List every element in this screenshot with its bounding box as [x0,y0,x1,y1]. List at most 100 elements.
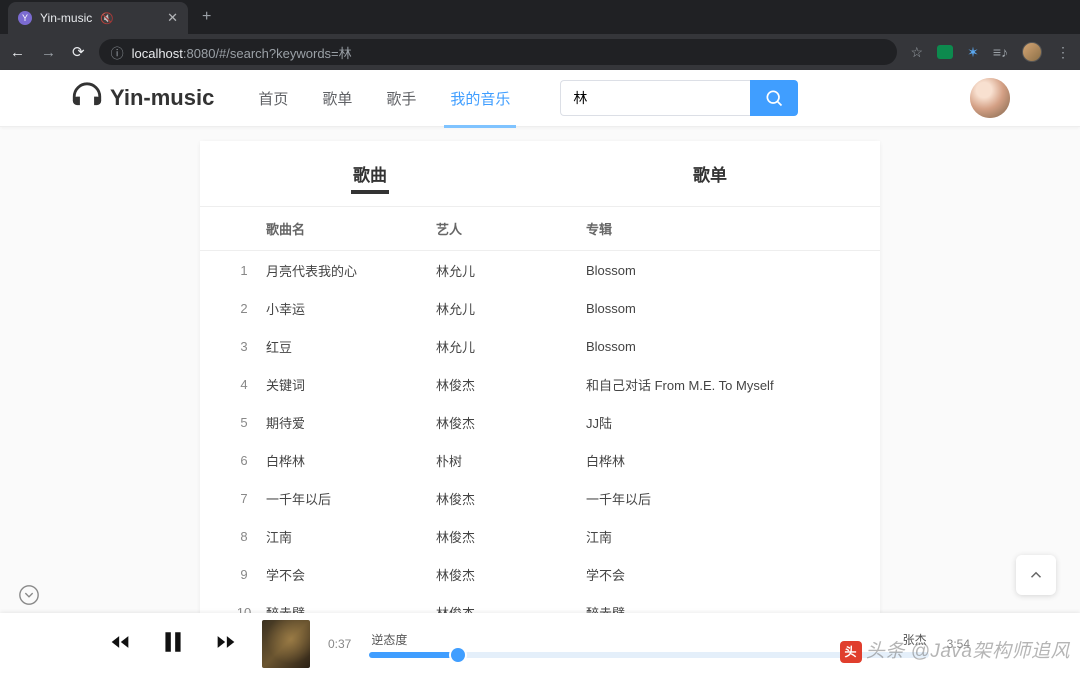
cell-artist: 林允儿 [436,299,586,318]
total-time: 3:54 [947,637,970,651]
current-time: 0:37 [328,637,351,651]
reload-button[interactable]: ⟳ [72,43,85,61]
cell-artist: 林俊杰 [436,489,586,508]
search-icon [764,88,784,108]
cell-album: 白桦林 [586,451,858,470]
row-index: 5 [222,415,266,430]
back-button[interactable]: ← [10,44,25,61]
pause-button[interactable] [160,629,186,660]
track-info: 逆态度 张杰 [369,631,928,658]
row-index: 10 [222,605,266,614]
cell-artist: 林俊杰 [436,527,586,546]
tab-mute-icon[interactable]: 🔇 [100,12,114,25]
table-row[interactable]: 2小幸运林允儿Blossom [200,289,880,327]
cell-artist: 朴树 [436,451,586,470]
browser-tab-bar: Y Yin-music 🔇 ✕ + [0,0,1080,34]
cell-song-name: 期待爱 [266,413,436,432]
forward-button[interactable]: → [41,44,56,61]
search-button[interactable] [750,80,798,116]
row-index: 1 [222,263,266,278]
tab-title: Yin-music [40,11,92,25]
side-collapse-toggle[interactable] [18,584,40,611]
table-row[interactable]: 4关键词林俊杰和自己对话 From M.E. To Myself [200,365,880,403]
prev-track-button[interactable] [110,632,130,657]
bookmark-icon[interactable]: ☆ [911,44,924,61]
row-index: 4 [222,377,266,392]
main-nav: 首页 歌单 歌手 我的音乐 [258,70,510,127]
track-artist: 张杰 [903,631,927,648]
nav-singer[interactable]: 歌手 [386,70,416,127]
cell-artist: 林俊杰 [436,603,586,614]
row-index: 7 [222,491,266,506]
cell-album: Blossom [586,263,858,278]
cell-song-name: 红豆 [266,337,436,356]
profile-avatar-icon[interactable] [1022,42,1042,62]
cell-song-name: 一千年以后 [266,489,436,508]
chevron-circle-icon [18,584,40,606]
extension-icon[interactable] [937,45,953,59]
address-bar[interactable]: ⓘ localhost:8080/#/search?keywords=林 [99,39,897,65]
progress-bar[interactable] [369,652,928,658]
next-track-button[interactable] [216,632,236,657]
user-avatar[interactable] [970,78,1010,118]
table-row[interactable]: 6白桦林朴树白桦林 [200,441,880,479]
table-row[interactable]: 7一千年以后林俊杰一千年以后 [200,479,880,517]
table-row[interactable]: 9学不会林俊杰学不会 [200,555,880,593]
browser-menu-icon[interactable]: ⋮ [1056,44,1070,61]
row-index: 8 [222,529,266,544]
new-tab-button[interactable]: + [202,8,211,26]
table-row[interactable]: 10醉赤壁林俊杰醉赤壁 [200,593,880,613]
nav-home[interactable]: 首页 [258,70,288,127]
result-tabs: 歌曲 歌单 [200,141,880,207]
nav-playlist[interactable]: 歌单 [322,70,352,127]
search-wrap [560,80,798,116]
table-row[interactable]: 8江南林俊杰江南 [200,517,880,555]
tab-close-icon[interactable]: ✕ [167,10,178,26]
track-title: 逆态度 [371,631,407,648]
cell-artist: 林允儿 [436,337,586,356]
headphones-icon [70,81,104,115]
browser-tab[interactable]: Y Yin-music 🔇 ✕ [8,2,188,34]
cell-album: 和自己对话 From M.E. To Myself [586,375,858,394]
tab-playlists[interactable]: 歌单 [540,141,880,206]
playlist-icon[interactable]: ≡♪ [993,44,1008,60]
cell-artist: 林俊杰 [436,565,586,584]
progress-fill [369,652,457,658]
cell-song-name: 醉赤壁 [266,603,436,614]
cell-song-name: 白桦林 [266,451,436,470]
row-index: 3 [222,339,266,354]
cell-album: Blossom [586,339,858,354]
search-input[interactable] [560,80,750,116]
row-index: 6 [222,453,266,468]
browser-toolbar: ← → ⟳ ⓘ localhost:8080/#/search?keywords… [0,34,1080,70]
site-info-icon[interactable]: ⓘ [111,43,124,62]
cell-album: 学不会 [586,565,858,584]
cell-artist: 林允儿 [436,261,586,280]
col-artist: 艺人 [436,219,586,238]
tab-favicon: Y [18,11,32,25]
cell-artist: 林俊杰 [436,413,586,432]
nav-my-music[interactable]: 我的音乐 [450,70,510,127]
chevron-up-icon [1027,566,1045,584]
cell-song-name: 小幸运 [266,299,436,318]
table-row[interactable]: 5期待爱林俊杰JJ陆 [200,403,880,441]
player-bar: 0:37 逆态度 张杰 3:54 [0,613,1080,675]
extension-icon-2[interactable]: ✶ [967,44,979,61]
cell-album: 江南 [586,527,858,546]
app-header: Yin-music 首页 歌单 歌手 我的音乐 [0,70,1080,127]
table-body: 1月亮代表我的心林允儿Blossom2小幸运林允儿Blossom3红豆林允儿Bl… [200,251,880,613]
cell-album: Blossom [586,301,858,316]
table-row[interactable]: 3红豆林允儿Blossom [200,327,880,365]
tab-songs[interactable]: 歌曲 [200,141,540,206]
cell-artist: 林俊杰 [436,375,586,394]
url-host: localhost [132,46,183,61]
cell-album: 一千年以后 [586,489,858,508]
scroll-top-button[interactable] [1016,555,1056,595]
table-row[interactable]: 1月亮代表我的心林允儿Blossom [200,251,880,289]
progress-thumb[interactable] [451,648,465,662]
album-art[interactable] [262,620,310,668]
app-logo[interactable]: Yin-music [70,81,214,115]
browser-chrome: Y Yin-music 🔇 ✕ + ← → ⟳ ⓘ localhost:8080… [0,0,1080,70]
cell-album: JJ陆 [586,413,858,432]
col-album: 专辑 [586,219,858,238]
